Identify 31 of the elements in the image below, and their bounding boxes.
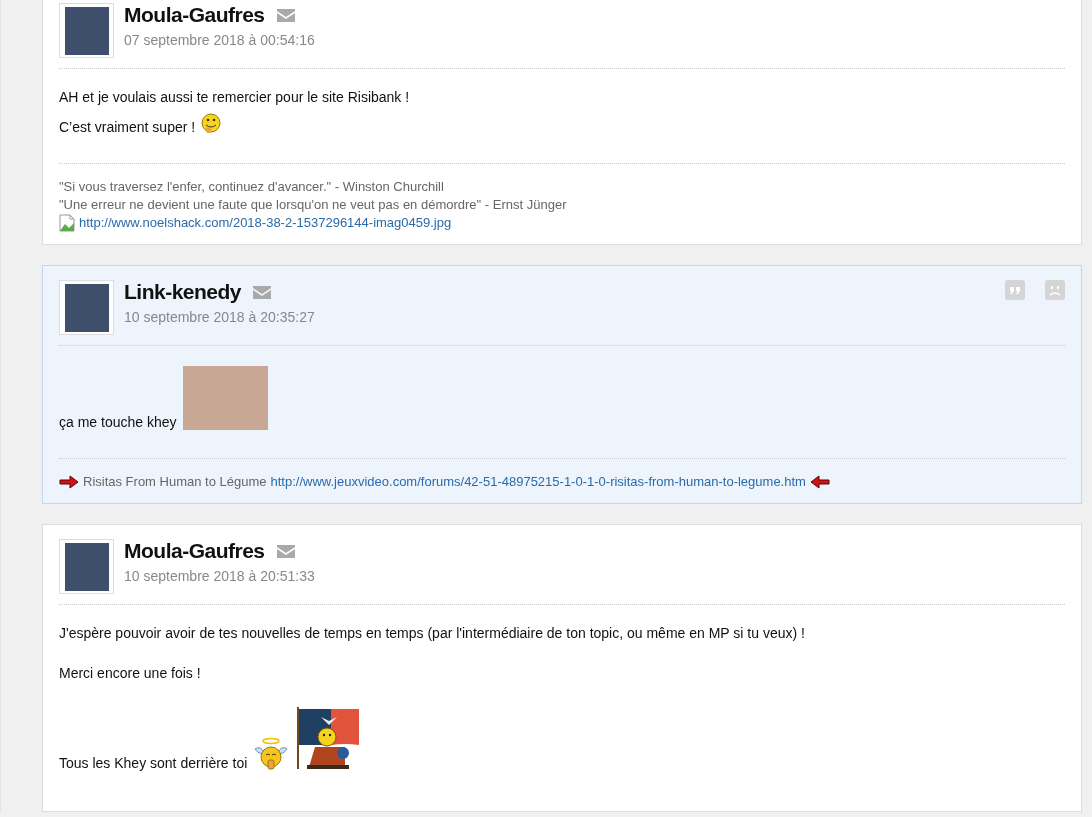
arrow-left-icon xyxy=(809,474,830,490)
avatar xyxy=(59,280,114,335)
arrow-right-icon xyxy=(59,474,79,490)
quote-icon[interactable] xyxy=(1005,280,1025,300)
message-text: Merci encore une fois ! xyxy=(59,665,201,681)
post-date: 10 septembre 2018 à 20:35:27 xyxy=(124,309,315,325)
mail-icon[interactable] xyxy=(276,8,295,22)
flag-sticker xyxy=(295,705,362,771)
avatar xyxy=(59,539,114,594)
alert-icon[interactable] xyxy=(1045,280,1065,300)
mail-icon[interactable] xyxy=(276,544,295,558)
author-name[interactable]: Moula-Gaufres xyxy=(124,3,265,27)
message-text: C’est vraiment super ! xyxy=(59,119,196,135)
broken-image-icon xyxy=(59,214,75,232)
signature-link[interactable]: http://www.noelshack.com/2018-38-2-1537296144-imag0459.jpg xyxy=(79,214,452,232)
message-text: J'espère pouvoir avoir de tes nouvelles de temps en temps (par l'intermédiaire de ton topic, ou même en MP si tu veux) ! xyxy=(59,625,805,641)
signature-text: Risitas From Human to Légume xyxy=(83,473,267,491)
smiley-sticker xyxy=(201,113,222,135)
message-text: Tous les Khey sont derrière toi xyxy=(59,755,248,771)
author-name[interactable]: Link-kenedy xyxy=(124,280,242,304)
angel-sticker xyxy=(253,737,290,771)
avatar xyxy=(59,3,114,58)
message-text: ça me touche khey xyxy=(59,414,177,430)
message-text: AH et je voulais aussi te remercier pour le site Risibank ! xyxy=(59,89,410,105)
signature-text: "Si vous traversez l'enfer, continuez d'avancer." - Winston Churchill xyxy=(59,178,444,196)
author-name[interactable]: Moula-Gaufres xyxy=(124,539,265,563)
post-date: 10 septembre 2018 à 20:51:33 xyxy=(124,568,315,584)
signature-text: "Une erreur ne devient une faute que lorsqu'on ne veut pas en démordre" - Ernst Jünger xyxy=(59,196,567,214)
signature-link[interactable]: http://www.jeuxvideo.com/forums/42-51-48975215-1-0-1-0-risitas-from-human-to-legume.htm xyxy=(270,473,806,491)
post-date: 07 septembre 2018 à 00:54:16 xyxy=(124,32,315,48)
mail-icon[interactable] xyxy=(253,285,272,299)
